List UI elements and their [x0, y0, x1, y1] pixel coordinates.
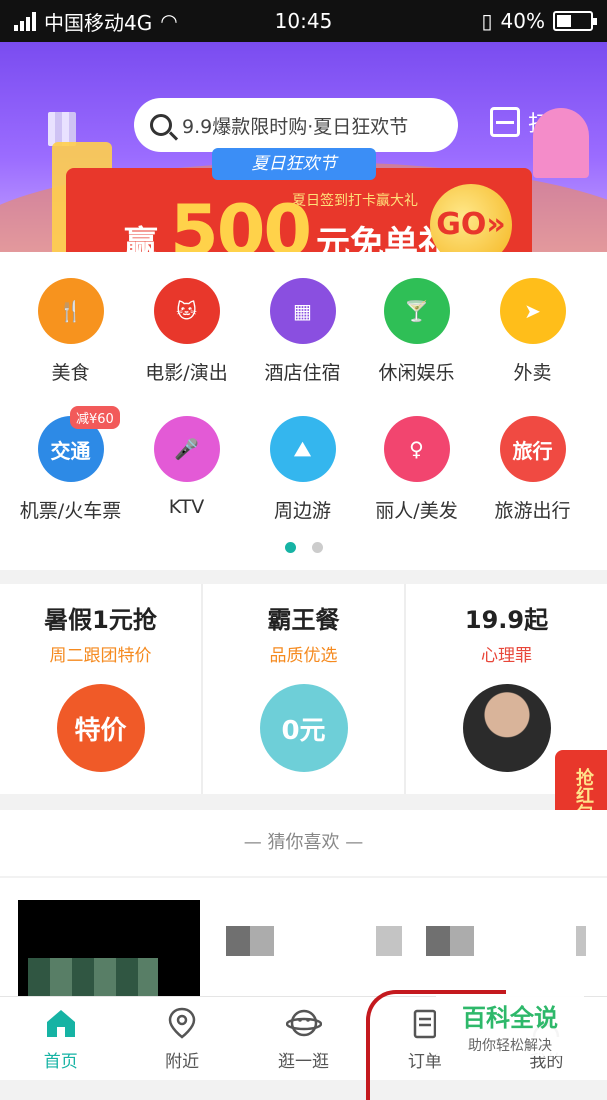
- deal-summer[interactable]: 暑假1元抢 周二跟团特价 特价: [0, 584, 203, 794]
- landscape-icon: ⛰: [269, 416, 336, 482]
- promo-prefix: 赢: [124, 224, 158, 252]
- search-placeholder: 9.9爆款限时购·夏日狂欢节: [182, 115, 409, 138]
- category-travel[interactable]: 旅行 旅游出行: [472, 416, 593, 523]
- tab-nearby[interactable]: 附近: [121, 997, 242, 1080]
- scan-icon: [490, 107, 520, 137]
- category-label: 旅游出行: [494, 500, 571, 522]
- category-label: 丽人/美发: [375, 500, 458, 522]
- city-selector[interactable]: [48, 112, 76, 146]
- tab-home[interactable]: 首页: [0, 997, 121, 1080]
- battery-icon: [553, 11, 597, 31]
- category-label: 美食: [51, 362, 90, 384]
- tab-explore[interactable]: 逛一逛: [243, 997, 364, 1080]
- category-label: KTV: [168, 496, 205, 518]
- tab-label: 首页: [43, 1052, 78, 1072]
- deal-image: [462, 684, 551, 772]
- guess-you-like-header: — 猜你喜欢 —: [0, 810, 607, 876]
- category-takeout[interactable]: ➤ 外卖: [472, 278, 593, 385]
- deal-image: 0元: [259, 684, 348, 772]
- delivery-kangaroo-icon: ➤: [499, 278, 566, 344]
- deal-subtitle: 品质优选: [269, 646, 338, 666]
- deal-free-meal[interactable]: 霸王餐 品质优选 0元: [203, 584, 406, 794]
- building-icon: ▦: [269, 278, 336, 344]
- battery-percent: 40%: [500, 9, 545, 33]
- cat-face-icon: 🐱: [153, 278, 220, 344]
- category-leisure[interactable]: 🍸 休闲娱乐: [356, 278, 477, 385]
- category-tickets[interactable]: 交通 机票/火车票: [10, 416, 131, 523]
- promo-amount: 500: [170, 190, 312, 252]
- recommendation-item[interactable]: [0, 878, 607, 998]
- page-indicator: [0, 542, 607, 553]
- home-icon: [43, 1005, 79, 1041]
- recommendation-text-blurred: [226, 926, 586, 956]
- top-banner[interactable]: 9.9爆款限时购·夏日狂欢节 扫码 夏日签到打卡赢大礼 赢 500 元免单礼 G…: [0, 42, 607, 252]
- travel-icon: 旅行: [499, 416, 566, 482]
- category-label: 电影/演出: [145, 362, 228, 384]
- location-pin-icon: [164, 1005, 200, 1041]
- icecream-illustration: [533, 108, 589, 178]
- deals-row: 暑假1元抢 周二跟团特价 特价 霸王餐 品质优选 0元 19.9起 心理罪: [0, 584, 607, 794]
- deal-image: 特价: [56, 684, 145, 772]
- deal-title: 暑假1元抢: [44, 606, 157, 634]
- signal-icon: [14, 11, 36, 31]
- search-icon: [150, 114, 172, 136]
- promo-tag: 夏日狂欢节: [212, 148, 376, 180]
- category-movie[interactable]: 🐱 电影/演出: [126, 278, 247, 385]
- category-beauty[interactable]: ♀ 丽人/美发: [356, 416, 477, 523]
- category-label: 休闲娱乐: [378, 362, 455, 384]
- microphone-icon: 🎤: [153, 416, 220, 482]
- promo-card[interactable]: 夏日签到打卡赢大礼 赢 500 元免单礼 GO»: [66, 168, 532, 252]
- deal-subtitle: 心理罪: [481, 646, 532, 666]
- category-food[interactable]: 🍴 美食: [10, 278, 131, 385]
- status-bar: 中国移动4G ◠ 10:45 ▯ 40%: [0, 0, 607, 42]
- page-dot-active: [284, 542, 296, 553]
- fork-knife-icon: 🍴: [37, 278, 104, 344]
- promo-subtitle: 夏日签到打卡赢大礼: [292, 193, 418, 209]
- watermark-title: 百科全说: [462, 1004, 558, 1032]
- category-nearby-trip[interactable]: ⛰ 周边游: [242, 416, 363, 523]
- discount-badge: 减¥60: [70, 406, 120, 429]
- tab-label: 附近: [165, 1052, 200, 1072]
- wifi-icon: ◠: [160, 9, 178, 33]
- category-label: 酒店住宿: [264, 362, 341, 384]
- category-grid: 🍴 美食 🐱 电影/演出 ▦ 酒店住宿 🍸 休闲娱乐 ➤ 外卖 交通 机票/火车…: [0, 252, 607, 570]
- tab-label: 逛一逛: [278, 1052, 330, 1072]
- deal-subtitle: 周二跟团特价: [49, 646, 152, 666]
- woman-profile-icon: ♀: [383, 416, 450, 482]
- search-bar[interactable]: 9.9爆款限时购·夏日狂欢节: [134, 98, 458, 152]
- watermark: 百科全说 助你轻松解决: [436, 994, 584, 1056]
- page-dot: [311, 542, 323, 553]
- category-label: 外卖: [513, 362, 552, 384]
- go-button[interactable]: GO»: [430, 184, 512, 252]
- category-label: 周边游: [273, 500, 331, 522]
- category-hotel[interactable]: ▦ 酒店住宿: [242, 278, 363, 385]
- category-label: 机票/火车票: [19, 500, 122, 522]
- watermark-subtitle: 助你轻松解决: [468, 1038, 552, 1054]
- deal-title: 19.9起: [464, 606, 549, 634]
- carrier-label: 中国移动4G: [44, 10, 153, 35]
- planet-icon: [285, 1005, 322, 1041]
- vibrate-icon: ▯: [481, 9, 493, 33]
- deal-title: 霸王餐: [267, 606, 340, 634]
- recommendation-thumbnail: [18, 900, 200, 998]
- cocktail-icon: 🍸: [383, 278, 450, 344]
- category-ktv[interactable]: 🎤 KTV: [126, 416, 247, 518]
